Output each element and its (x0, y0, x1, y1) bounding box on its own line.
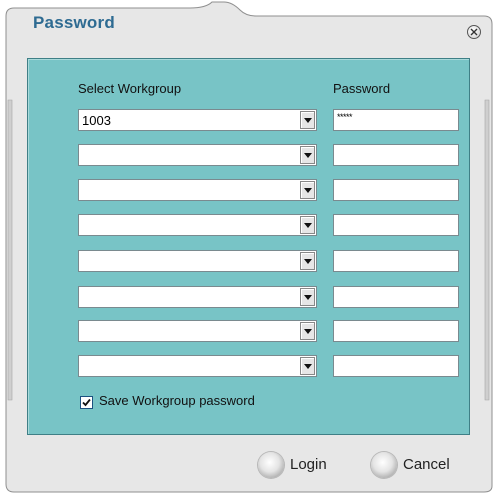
workgroup-select-7[interactable] (78, 320, 317, 342)
chevron-down-icon[interactable] (300, 181, 315, 199)
cancel-orb-icon (371, 452, 397, 478)
dialog-title: Password (33, 13, 115, 32)
workgroup-select-2[interactable] (78, 144, 317, 166)
chevron-down-icon[interactable] (300, 146, 315, 164)
login-orb-icon (258, 452, 284, 478)
checkmark-icon (82, 398, 91, 407)
workgroup-select-4[interactable] (78, 214, 317, 236)
cancel-button-label: Cancel (403, 456, 450, 473)
workgroup-select-3[interactable] (78, 179, 317, 201)
password-column-header: Password (333, 81, 391, 96)
chevron-down-icon[interactable] (300, 357, 315, 375)
close-icon[interactable] (467, 25, 481, 39)
workgroup-select-1[interactable]: 1003 (78, 109, 317, 131)
workgroup-select-5[interactable] (78, 250, 317, 272)
login-button-label: Login (290, 456, 327, 473)
chevron-down-icon[interactable] (300, 252, 315, 270)
password-mask: ***** (337, 112, 353, 122)
password-field-3[interactable] (333, 179, 459, 201)
login-button[interactable]: Login (258, 452, 338, 478)
chevron-down-icon[interactable] (300, 288, 315, 306)
password-field-5[interactable] (333, 250, 459, 272)
cancel-button[interactable]: Cancel (371, 452, 466, 478)
save-password-label[interactable]: Save Workgroup password (99, 393, 255, 408)
chevron-down-icon[interactable] (300, 111, 315, 129)
chevron-down-icon[interactable] (300, 216, 315, 234)
save-password-checkbox[interactable] (80, 396, 93, 409)
password-field-8[interactable] (333, 355, 459, 377)
password-field-1[interactable]: ***** (333, 109, 459, 131)
workgroup-select-value: 1003 (82, 113, 111, 128)
chevron-down-icon[interactable] (300, 322, 315, 340)
password-field-6[interactable] (333, 286, 459, 308)
workgroup-select-6[interactable] (78, 286, 317, 308)
password-field-7[interactable] (333, 320, 459, 342)
password-dialog: Password Select Workgroup Password 1003 … (0, 0, 497, 495)
workgroup-column-header: Select Workgroup (78, 81, 182, 96)
password-field-4[interactable] (333, 214, 459, 236)
workgroup-select-8[interactable] (78, 355, 317, 377)
password-field-2[interactable] (333, 144, 459, 166)
